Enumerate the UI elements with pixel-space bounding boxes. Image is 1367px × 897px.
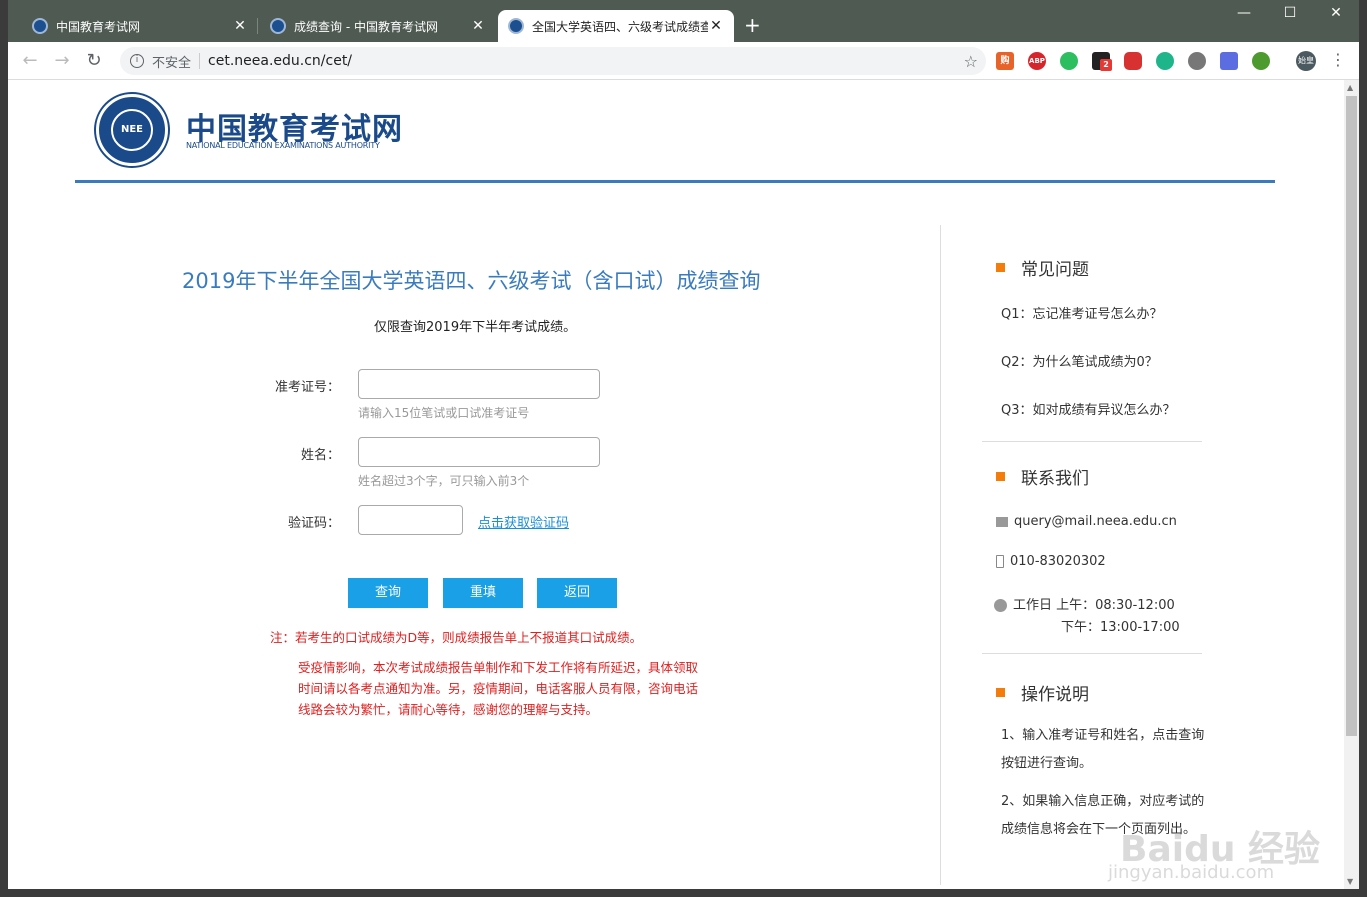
tab-cet-score[interactable]: 全国大学英语四、六级考试成绩查 ✕ xyxy=(498,10,734,42)
captcha-input[interactable] xyxy=(358,505,463,535)
sidebar-divider xyxy=(940,225,941,885)
evernote-extension-icon[interactable] xyxy=(1060,52,1078,70)
tab-title: 成绩查询 - 中国教育考试网 xyxy=(294,19,438,34)
neea-favicon-icon xyxy=(32,18,48,34)
block-extension-icon[interactable]: 2 xyxy=(1092,52,1112,71)
faq-item-q3[interactable]: Q3：如对成绩有异议怎么办？ xyxy=(1001,399,1176,418)
captcha-label: 验证码： xyxy=(287,516,340,531)
sidebar-separator xyxy=(982,653,1202,654)
neea-favicon-icon xyxy=(270,18,286,34)
page-content: NEE 中国教育考试网 NATIONAL EDUCATION EXAMINATI… xyxy=(8,80,1344,889)
name-hint: 姓名超过3个字，可只输入前3个 xyxy=(358,474,530,488)
faq-heading: 常见问题 xyxy=(996,255,1089,280)
header-divider xyxy=(75,180,1275,183)
close-icon[interactable]: ✕ xyxy=(470,18,486,34)
mail-icon xyxy=(996,516,1008,527)
exam-id-input[interactable] xyxy=(358,369,600,399)
contact-email: query@mail.neea.edu.cn xyxy=(996,514,1177,529)
security-label[interactable]: 不安全 xyxy=(152,52,191,71)
faq-item-q2[interactable]: Q2：为什么笔试成绩为0？ xyxy=(1001,351,1158,370)
shopping-extension-icon[interactable]: 购 xyxy=(996,52,1014,70)
tab-bar: 中国教育考试网 ✕ 成绩查询 - 中国教育考试网 ✕ 全国大学英语四、六级考试成… xyxy=(8,0,1359,42)
clock-icon xyxy=(994,599,1007,612)
ops-step-1: 1、输入准考证号和姓名，点击查询按钮进行查询。 xyxy=(1001,728,1205,771)
tab-neea-home[interactable]: 中国教育考试网 ✕ xyxy=(22,10,258,42)
contact-title: 联系我们 xyxy=(1021,469,1089,489)
more-menu-icon[interactable]: ⋮ xyxy=(1330,50,1346,69)
tab-score-query[interactable]: 成绩查询 - 中国教育考试网 ✕ xyxy=(260,10,496,42)
working-hours-pm: 下午：13:00-17:00 xyxy=(1061,620,1180,635)
sidebar-separator xyxy=(982,441,1202,442)
ops-title: 操作说明 xyxy=(1021,685,1089,705)
neea-favicon-icon xyxy=(508,18,524,34)
info-icon[interactable]: i xyxy=(130,54,144,68)
close-icon[interactable]: ✕ xyxy=(708,18,724,34)
reload-icon[interactable]: ↻ xyxy=(82,50,106,71)
page-scrollbar[interactable]: ▲ ▼ xyxy=(1344,80,1359,889)
hours-am-text: 工作日 上午：08:30-12:00 xyxy=(1013,598,1175,613)
logo-mark: NEE xyxy=(111,109,153,151)
get-captcha-link[interactable]: 点击获取验证码 xyxy=(478,512,569,531)
exam-id-hint: 请输入15位笔试或口试准考证号 xyxy=(358,406,530,420)
scroll-down-icon[interactable]: ▼ xyxy=(1347,877,1353,886)
maximize-button[interactable]: ☐ xyxy=(1267,5,1313,21)
email-text: query@mail.neea.edu.cn xyxy=(1014,514,1177,529)
faq-item-q1[interactable]: Q1：忘记准考证号怎么办？ xyxy=(1001,303,1163,322)
phone-icon xyxy=(996,555,1004,568)
page-title: 2019年下半年全国大学英语四、六级考试（含口试）成绩查询 xyxy=(182,269,761,293)
baidu-watermark-url: jingyan.baidu.com xyxy=(1108,862,1275,883)
close-icon[interactable]: ✕ xyxy=(232,18,248,34)
working-hours-am: 工作日 上午：08:30-12:00 xyxy=(994,594,1175,613)
video-extension-icon[interactable] xyxy=(1124,52,1142,70)
tab-title: 全国大学英语四、六级考试成绩查 xyxy=(532,19,708,34)
phone-text: 010-83020302 xyxy=(1010,554,1106,569)
contact-phone: 010-83020302 xyxy=(996,554,1106,569)
new-tab-button[interactable]: + xyxy=(744,14,761,36)
forward-arrow-icon[interactable]: → xyxy=(50,50,74,71)
tab-separator xyxy=(257,18,258,34)
page-subtitle: 仅限查询2019年下半年考试成绩。 xyxy=(374,320,577,335)
omnibox-divider xyxy=(199,53,201,69)
neea-logo[interactable]: NEE xyxy=(96,94,168,166)
minimize-button[interactable]: — xyxy=(1221,5,1267,21)
reset-button[interactable]: 重填 xyxy=(443,578,523,608)
logo-title-en: NATIONAL EDUCATION EXAMINATIONS AUTHORIT… xyxy=(186,141,380,150)
back-arrow-icon[interactable]: ← xyxy=(18,50,42,71)
refresh-extension-icon[interactable] xyxy=(1156,52,1174,70)
exam-id-label: 准考证号： xyxy=(274,380,340,395)
bullet-square-icon xyxy=(996,688,1005,697)
url-text[interactable]: cet.neea.edu.cn/cet/ xyxy=(208,53,352,69)
query-button[interactable]: 查询 xyxy=(348,578,428,608)
covid-note-line-3: 线路会较为繁忙，请耐心等待，感谢您的理解与支持。 xyxy=(298,702,599,717)
oral-test-note: 注：若考生的口试成绩为D等，则成绩报告单上不报道其口试成绩。 xyxy=(270,630,643,645)
bird-extension-icon[interactable] xyxy=(1220,52,1238,70)
address-bar[interactable]: i 不安全 cet.neea.edu.cn/cet/ ☆ xyxy=(120,47,986,75)
bulb-extension-icon[interactable] xyxy=(1188,52,1206,70)
back-button[interactable]: 返回 xyxy=(537,578,617,608)
name-input[interactable] xyxy=(358,437,600,467)
bullet-square-icon xyxy=(996,472,1005,481)
ops-heading: 操作说明 xyxy=(996,680,1089,705)
faq-title: 常见问题 xyxy=(1021,260,1089,280)
window-close-button[interactable]: ✕ xyxy=(1313,5,1359,21)
tab-title: 中国教育考试网 xyxy=(56,19,141,34)
browser-window: 中国教育考试网 ✕ 成绩查询 - 中国教育考试网 ✕ 全国大学英语四、六级考试成… xyxy=(8,0,1359,889)
globe-extension-icon[interactable] xyxy=(1252,52,1270,70)
adblock-extension-icon[interactable]: ABP xyxy=(1028,52,1046,70)
name-label: 姓名： xyxy=(300,448,340,463)
profile-avatar[interactable]: 始皇 xyxy=(1296,51,1316,71)
browser-toolbar: ← → ↻ i 不安全 cet.neea.edu.cn/cet/ ☆ 购 ABP… xyxy=(8,42,1359,80)
bookmark-star-icon[interactable]: ☆ xyxy=(964,52,978,71)
covid-note-line-2: 时间请以各考点通知为准。另，疫情期间，电话客服人员有限，咨询电话 xyxy=(298,681,699,696)
bullet-square-icon xyxy=(996,263,1005,272)
covid-note-line-1: 受疫情影响，本次考试成绩报告单制作和下发工作将有所延迟，具体领取 xyxy=(298,660,699,675)
extension-badge: 2 xyxy=(1100,59,1112,71)
contact-heading: 联系我们 xyxy=(996,464,1089,489)
scrollbar-thumb[interactable] xyxy=(1346,96,1357,736)
scroll-up-icon[interactable]: ▲ xyxy=(1347,83,1353,92)
